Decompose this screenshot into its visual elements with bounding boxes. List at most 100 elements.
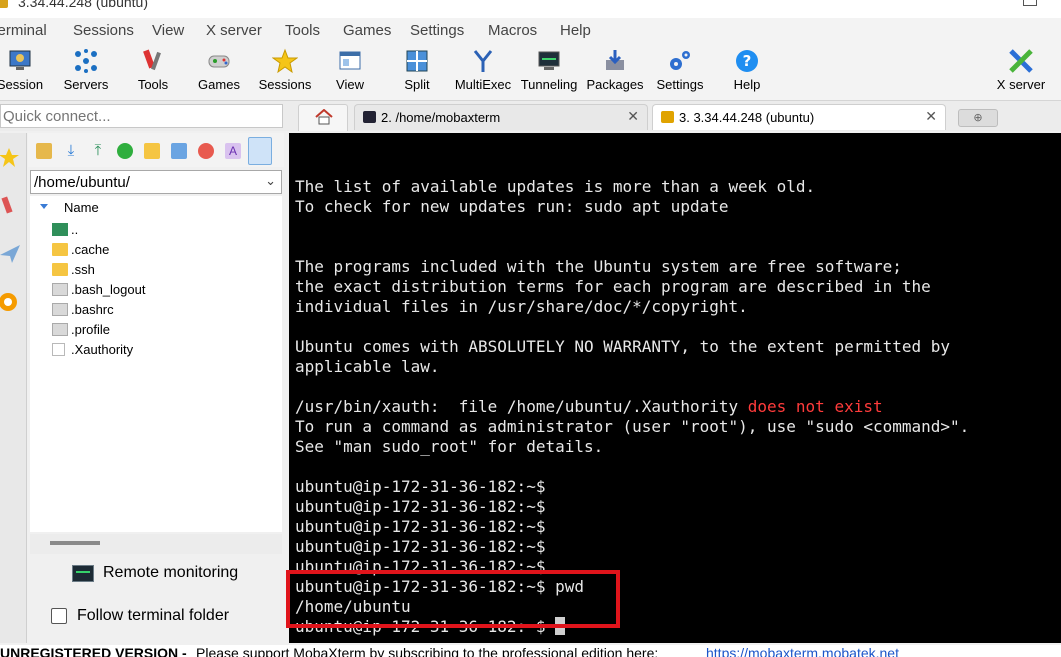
svg-text:?: ? (743, 52, 752, 70)
terminal-prompt: ubuntu@ip-172-31-36-182:~$ (295, 477, 546, 496)
terminal-output: /home/ubuntu (295, 597, 411, 616)
sessions-button[interactable]: Sessions (254, 44, 316, 100)
view-icon (339, 51, 361, 70)
splitter-grip[interactable] (50, 541, 100, 545)
menu-macros[interactable]: Macros (488, 22, 537, 39)
menu-terminal[interactable]: Terminal (0, 22, 47, 39)
delete-icon[interactable] (198, 143, 214, 159)
help-button[interactable]: ? Help (722, 44, 772, 100)
terminal-icon (363, 111, 376, 123)
sftp-file-list: Name .. .cache .ssh .bash_logout .bashrc… (30, 196, 282, 532)
terminal-cursor (555, 617, 566, 635)
terminal-line: individual files in /usr/share/doc/*/cop… (295, 297, 748, 316)
tools-button[interactable]: Tools (128, 44, 178, 100)
split-icon (406, 50, 428, 72)
quick-connect-input[interactable] (1, 105, 275, 127)
home-icon (315, 109, 333, 125)
new-folder-icon[interactable] (144, 143, 160, 159)
support-message: Please support MobaXterm by subscribing … (196, 645, 659, 657)
x-server-button[interactable]: X server (990, 44, 1052, 100)
follow-terminal-checkbox[interactable] (51, 608, 67, 624)
gears-icon (670, 51, 690, 70)
refresh-icon[interactable] (117, 143, 133, 159)
tab-mobaxterm-local[interactable]: 2. /home/mobaxterm ✕ (354, 104, 648, 130)
sftp-toolbar: ⤓ ⤒ A (28, 133, 284, 167)
remote-monitoring-button[interactable]: Remote monitoring (72, 563, 282, 587)
servers-button[interactable]: Servers (58, 44, 114, 100)
menu-view[interactable]: View (152, 22, 184, 39)
quick-connect-box[interactable] (0, 104, 283, 128)
terminal-line: The programs included with the Ubuntu sy… (295, 257, 902, 276)
tab-close-button[interactable]: ✕ (627, 108, 639, 125)
home-tab[interactable] (298, 104, 348, 131)
terminal-line: To check for new updates run: sudo apt u… (295, 197, 729, 216)
new-tab-button[interactable]: ⊕ (958, 109, 998, 127)
view-button[interactable]: View (325, 44, 375, 100)
panel-splitter[interactable] (30, 534, 282, 554)
multiexec-button[interactable]: MultiExec (452, 44, 514, 100)
macros-icon[interactable] (0, 291, 22, 313)
error-text: does not exist (747, 397, 883, 416)
file-icon (52, 303, 68, 316)
menu-games[interactable]: Games (343, 22, 391, 39)
new-file-icon[interactable] (171, 143, 187, 159)
tab-ssh-ubuntu[interactable]: 3. 3.34.44.248 (ubuntu) ✕ (652, 104, 946, 130)
file-icon (52, 283, 68, 296)
permissions-icon[interactable] (248, 137, 272, 165)
sessions-star-icon[interactable] (0, 147, 22, 169)
terminal-line-xauth: /usr/bin/xauth: file /home/ubuntu/.Xauth… (295, 397, 883, 417)
terminal-prompt: ubuntu@ip-172-31-36-182:~$ (295, 537, 546, 556)
follow-terminal-folder-option[interactable]: Follow terminal folder (50, 606, 280, 630)
terminal-line: the exact distribution terms for each pr… (295, 277, 931, 296)
terminal-line: Ubuntu comes with ABSOLUTELY NO WARRANTY… (295, 337, 951, 356)
maximize-button[interactable] (1023, 0, 1037, 6)
menu-settings[interactable]: Settings (410, 22, 464, 39)
terminal-line: applicable law. (295, 357, 440, 376)
sort-arrow-icon (40, 204, 48, 209)
app-icon (0, 0, 8, 8)
star-icon (272, 48, 298, 74)
upload-icon[interactable]: ⤒ (90, 143, 106, 159)
ssh-icon (661, 111, 674, 123)
tools-icon (143, 49, 161, 71)
session-icon (9, 50, 31, 70)
tab-close-button[interactable]: ✕ (925, 108, 937, 125)
terminal-line: The list of available updates is more th… (295, 177, 816, 196)
menu-tools[interactable]: Tools (285, 22, 320, 39)
prompt-text: ubuntu@ip-172-31-36-182:~$ (295, 617, 556, 636)
monitor-icon (72, 565, 94, 582)
multiexec-icon (473, 50, 493, 72)
folder-icon (52, 263, 68, 276)
terminal-view[interactable]: The list of available updates is more th… (289, 133, 1061, 643)
menu-help[interactable]: Help (560, 22, 591, 39)
terminal-command-pwd: ubuntu@ip-172-31-36-182:~$ pwd (295, 577, 584, 596)
title-bar: 3.34.44.248 (ubuntu) (0, 0, 1061, 18)
tunneling-icon (538, 51, 560, 70)
parent-folder-icon[interactable] (36, 143, 52, 159)
settings-button[interactable]: Settings (650, 44, 710, 100)
tools-strip-icon[interactable] (0, 195, 22, 217)
terminal-line: See "man sudo_root" for details. (295, 437, 604, 456)
mobatek-link[interactable]: https://mobaxterm.mobatek.net (706, 645, 899, 657)
terminal-prompt: ubuntu@ip-172-31-36-182:~$ (295, 497, 546, 516)
folder-icon (52, 243, 68, 256)
terminal-prompt: ubuntu@ip-172-31-36-182:~$ (295, 517, 546, 536)
menu-bar: Terminal Sessions View X server Tools Ga… (0, 18, 1061, 44)
sftp-path-select[interactable]: /home/ubuntu/ ⌄ (30, 170, 282, 194)
packages-icon (606, 50, 624, 70)
unregistered-label: UNREGISTERED VERSION - (0, 645, 187, 657)
games-icon (208, 55, 230, 68)
menu-sessions[interactable]: Sessions (73, 22, 134, 39)
sftp-plane-icon[interactable] (0, 243, 22, 265)
menu-x-server[interactable]: X server (206, 22, 262, 39)
terminal-current-prompt: ubuntu@ip-172-31-36-182:~$ (295, 617, 566, 637)
chevron-down-icon: ⌄ (265, 173, 276, 188)
download-icon[interactable]: ⤓ (63, 143, 79, 159)
tunneling-button[interactable]: Tunneling (518, 44, 580, 100)
split-button[interactable]: Split (392, 44, 442, 100)
column-header-name[interactable]: Name (64, 200, 99, 215)
rename-icon[interactable]: A (225, 143, 241, 159)
packages-button[interactable]: Packages (584, 44, 646, 100)
games-button[interactable]: Games (194, 44, 244, 100)
session-button[interactable]: Session (0, 44, 48, 100)
